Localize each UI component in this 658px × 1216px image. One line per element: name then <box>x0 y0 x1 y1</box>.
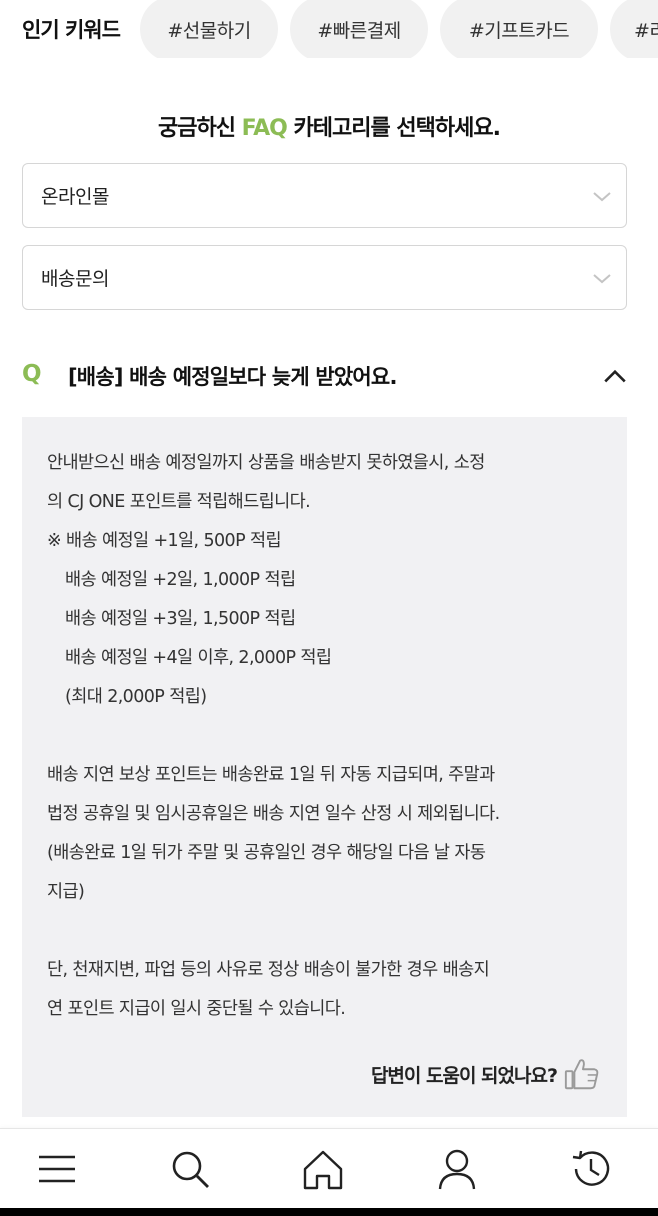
faq-question-row[interactable]: Q [배송] 배송 예정일보다 늦게 받았어요. <box>0 345 658 405</box>
question-text: [배송] 배송 예정일보다 늦게 받았어요. <box>68 365 397 389</box>
bottom-navigation <box>0 1128 658 1208</box>
answer-line: 지급) <box>47 882 85 902</box>
answer-line: 안내받으신 배송 예정일까지 상품을 배송받지 못하였을시, 소정 <box>47 453 485 473</box>
answer-line: 배송 예정일 +4일 이후, 2,000P 적립 <box>65 648 332 668</box>
keyword-chip-gift-card[interactable]: #기프트카드 <box>440 0 598 58</box>
answer-line: 의 CJ ONE 포인트를 적립해드립니다. <box>47 492 311 512</box>
chevron-down-icon <box>593 274 611 284</box>
system-navigation-bar <box>0 1208 658 1216</box>
menu-icon[interactable] <box>35 1147 79 1191</box>
home-icon[interactable] <box>301 1147 345 1191</box>
user-icon[interactable] <box>435 1147 479 1191</box>
helpful-feedback: 답변이 도움이 되었나요? <box>371 1055 601 1093</box>
chevron-up-icon[interactable] <box>602 363 628 389</box>
category-select[interactable]: 온라인몰 <box>22 163 627 228</box>
faq-heading: 궁금하신 FAQ 카테고리를 선택하세요. <box>0 110 658 142</box>
answer-line: 배송 예정일 +3일, 1,500P 적립 <box>65 609 296 629</box>
answer-line: 연 포인트 지급이 일시 중단될 수 있습니다. <box>47 999 346 1019</box>
answer-line: 배송 예정일 +2일, 1,000P 적립 <box>65 570 296 590</box>
faq-heading-accent: FAQ <box>241 116 288 141</box>
search-icon[interactable] <box>168 1147 212 1191</box>
thumbs-up-icon[interactable] <box>563 1055 601 1093</box>
question-mark-label: Q <box>22 361 42 387</box>
answer-line: ※ 배송 예정일 +1일, 500P 적립 <box>47 531 282 551</box>
keyword-chip-quick-pay[interactable]: #빠른결제 <box>290 0 428 58</box>
history-icon[interactable] <box>569 1147 613 1191</box>
faq-heading-prefix: 궁금하신 <box>158 116 242 141</box>
popular-keywords-title: 인기 키워드 <box>22 18 121 42</box>
answer-line: 배송 지연 보상 포인트는 배송완료 1일 뒤 자동 지급되며, 주말과 <box>47 765 495 785</box>
chevron-down-icon <box>593 192 611 202</box>
keyword-chip-gift[interactable]: #선물하기 <box>140 0 278 58</box>
answer-line: (최대 2,000P 적립) <box>65 687 207 707</box>
subcategory-select[interactable]: 배송문의 <box>22 245 627 310</box>
answer-line: 법정 공휴일 및 임시공휴일은 배송 지연 일수 산정 시 제외됩니다. <box>47 804 500 824</box>
answer-line: (배송완료 1일 뒤가 주말 및 공휴일인 경우 해당일 다음 날 자동 <box>47 843 486 863</box>
keyword-chip-partial[interactable]: #리 <box>610 0 658 58</box>
faq-answer-panel: 안내받으신 배송 예정일까지 상품을 배송받지 못하였을시, 소정 의 CJ O… <box>22 417 627 1117</box>
faq-heading-suffix: 카테고리를 선택하세요. <box>286 116 501 141</box>
category-select-value: 온라인몰 <box>41 186 109 208</box>
answer-line: 단, 천재지변, 파업 등의 사유로 정상 배송이 불가한 경우 배송지 <box>47 960 490 980</box>
subcategory-select-value: 배송문의 <box>41 268 109 290</box>
helpful-question-text: 답변이 도움이 되었나요? <box>370 1064 558 1087</box>
popular-keywords-bar: 인기 키워드 #선물하기 #빠른결제 #기프트카드 #리 <box>0 0 658 58</box>
